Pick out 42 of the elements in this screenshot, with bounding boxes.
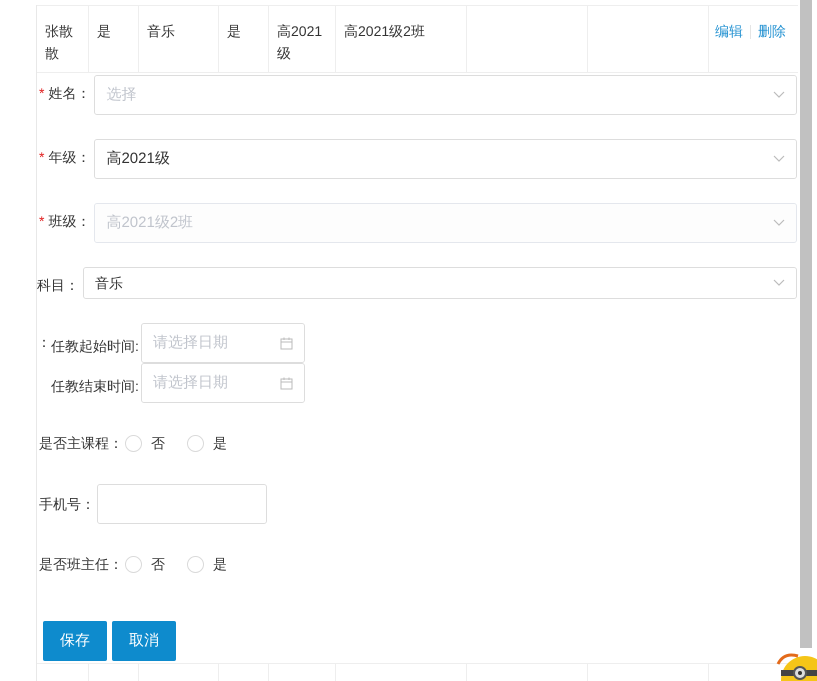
required-asterisk: * bbox=[39, 212, 44, 231]
cancel-button[interactable]: 取消 bbox=[112, 621, 176, 661]
save-button[interactable]: 保存 bbox=[43, 621, 107, 661]
calendar-icon bbox=[280, 376, 293, 390]
field-label: 年级： bbox=[48, 148, 90, 167]
table-cell: 高2021级 bbox=[277, 23, 322, 61]
table-cell: 张散散 bbox=[45, 23, 73, 61]
phone-input[interactable] bbox=[97, 484, 267, 524]
select-field[interactable]: 音乐 bbox=[83, 267, 797, 299]
edit-link[interactable]: 编辑 bbox=[715, 23, 743, 39]
field-label: 是否主课程： bbox=[38, 434, 123, 453]
option-label: 是 bbox=[213, 434, 227, 453]
required-asterisk: * bbox=[39, 84, 44, 103]
select-field: 高2021级2班 bbox=[94, 203, 797, 243]
table-cell: 高2021级2班 bbox=[344, 23, 425, 39]
select-field[interactable]: 高2021级 bbox=[94, 139, 797, 179]
table-cell: 是 bbox=[97, 23, 111, 39]
radio-button[interactable] bbox=[125, 435, 142, 452]
option-label: 是 bbox=[213, 555, 227, 574]
field-label: 任教结束时间: bbox=[51, 376, 139, 396]
table-cell: 音乐 bbox=[147, 23, 175, 39]
chevron-down-icon bbox=[773, 91, 785, 99]
field-label: 姓名： bbox=[48, 84, 90, 103]
radio-button[interactable] bbox=[187, 435, 204, 452]
scrollbar[interactable] bbox=[800, 0, 812, 648]
chevron-down-icon bbox=[773, 279, 785, 287]
field-label: 科目： bbox=[37, 276, 79, 295]
calendar-icon bbox=[280, 336, 293, 350]
field-label: 手机号： bbox=[38, 494, 95, 514]
option-label: 否 bbox=[151, 434, 165, 453]
radio-button[interactable] bbox=[187, 556, 204, 573]
option-label: 否 bbox=[151, 555, 165, 574]
field-label: 是否班主任： bbox=[38, 555, 123, 574]
chevron-down-icon bbox=[773, 219, 785, 227]
radio-button[interactable] bbox=[125, 556, 142, 573]
required-asterisk: * bbox=[39, 148, 44, 167]
field-label: 任教起始时间: bbox=[51, 336, 139, 356]
chevron-down-icon bbox=[773, 155, 785, 163]
table-cell: 是 bbox=[227, 23, 241, 39]
colon-text: ： bbox=[37, 333, 51, 352]
field-label: 班级： bbox=[48, 212, 90, 231]
delete-link[interactable]: 删除 bbox=[758, 23, 786, 39]
